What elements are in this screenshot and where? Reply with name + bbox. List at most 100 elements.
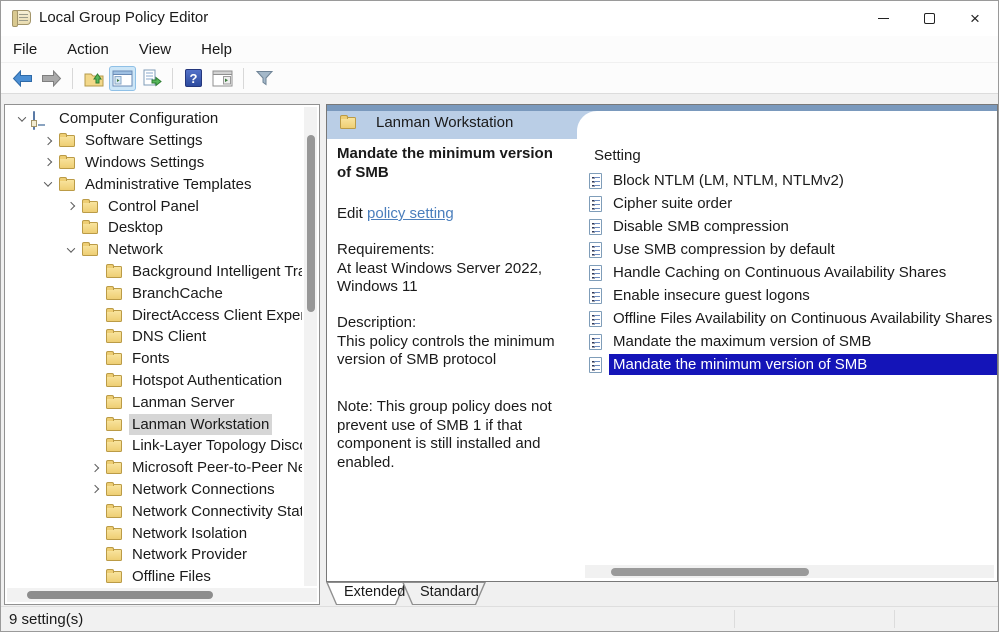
chevron-down-icon[interactable] bbox=[40, 176, 56, 192]
setting-label: Mandate the maximum version of SMB bbox=[609, 331, 875, 352]
tree-item-control-panel[interactable]: Control Panel bbox=[6, 195, 302, 217]
tree-item-fonts[interactable]: Fonts bbox=[6, 348, 302, 370]
setting-item[interactable]: Cipher suite order bbox=[585, 192, 997, 215]
folder-icon bbox=[106, 506, 122, 518]
tree-item-computer-configuration[interactable]: Computer Configuration bbox=[6, 108, 302, 130]
back-button[interactable] bbox=[9, 66, 36, 91]
setting-item[interactable]: Handle Caching on Continuous Availabilit… bbox=[585, 261, 997, 284]
chevron-right-icon[interactable] bbox=[87, 481, 103, 497]
setting-item-selected[interactable]: Mandate the minimum version of SMB bbox=[585, 353, 997, 376]
tree-item-branchcache[interactable]: BranchCache bbox=[6, 282, 302, 304]
policy-setting-link[interactable]: policy setting bbox=[367, 205, 454, 222]
folder-icon bbox=[340, 117, 356, 129]
tree-item-lanman-server[interactable]: Lanman Server bbox=[6, 391, 302, 413]
setting-item[interactable]: Enable insecure guest logons bbox=[585, 284, 997, 307]
edit-policy-line: Edit policy setting bbox=[337, 205, 454, 224]
tree-item-link-layer-topology-discovery[interactable]: Link-Layer Topology Discov bbox=[6, 435, 302, 457]
tab-extended[interactable]: Extended bbox=[326, 582, 406, 605]
scrollbar-thumb[interactable] bbox=[611, 568, 809, 576]
menu-view[interactable]: View bbox=[129, 38, 181, 61]
tree-item-network[interactable]: Network bbox=[6, 239, 302, 261]
workspace: Computer Configuration Software Settings… bbox=[1, 94, 998, 606]
policy-document-icon bbox=[589, 242, 602, 258]
tree-item-network-connectivity-status[interactable]: Network Connectivity Statu bbox=[6, 500, 302, 522]
tree-item-software-settings[interactable]: Software Settings bbox=[6, 130, 302, 152]
tab-standard[interactable]: Standard bbox=[402, 582, 486, 605]
setting-column-header[interactable]: Setting bbox=[594, 147, 641, 164]
chevron-right-icon[interactable] bbox=[63, 198, 79, 214]
toolbar: ? bbox=[1, 63, 998, 94]
policy-document-icon bbox=[589, 334, 602, 350]
tree-vertical-scrollbar[interactable] bbox=[304, 107, 317, 586]
chevron-right-icon[interactable] bbox=[40, 154, 56, 170]
policy-document-icon bbox=[589, 219, 602, 235]
policy-document-icon bbox=[589, 173, 602, 189]
setting-item[interactable]: Block NTLM (LM, NTLM, NTLMv2) bbox=[585, 169, 997, 192]
filter-button[interactable] bbox=[251, 66, 278, 91]
tree-item-windows-settings[interactable]: Windows Settings bbox=[6, 152, 302, 174]
note-text: Note: This group policy does not prevent… bbox=[337, 398, 559, 472]
status-bar: 9 setting(s) bbox=[1, 606, 998, 631]
policy-document-icon bbox=[589, 288, 602, 304]
tree-item-hotspot-authentication[interactable]: Hotspot Authentication bbox=[6, 370, 302, 392]
scrollbar-thumb[interactable] bbox=[27, 591, 213, 599]
category-title: Lanman Workstation bbox=[376, 114, 513, 131]
view-tabs: Extended Standard bbox=[326, 582, 482, 606]
help-button[interactable]: ? bbox=[180, 66, 207, 91]
tree-item-dns-client[interactable]: DNS Client bbox=[6, 326, 302, 348]
show-console-tree-button[interactable] bbox=[109, 66, 136, 91]
minimize-button[interactable] bbox=[860, 1, 906, 36]
minimize-icon bbox=[878, 18, 889, 19]
back-arrow-icon bbox=[12, 70, 33, 87]
export-list-icon bbox=[142, 69, 162, 87]
description-text: Description: This policy controls the mi… bbox=[337, 314, 569, 370]
console-window-icon bbox=[112, 70, 133, 87]
tree-item-administrative-templates[interactable]: Administrative Templates bbox=[6, 173, 302, 195]
settings-rows: Block NTLM (LM, NTLM, NTLMv2) Cipher sui… bbox=[585, 169, 997, 376]
chevron-right-icon[interactable] bbox=[40, 133, 56, 149]
tree-item-network-isolation[interactable]: Network Isolation bbox=[6, 522, 302, 544]
tree-item-background-intelligent-transfer[interactable]: Background Intelligent Trar bbox=[6, 261, 302, 283]
folder-icon bbox=[106, 528, 122, 540]
toolbar-separator bbox=[172, 68, 173, 89]
tree-item-directaccess-client-experience[interactable]: DirectAccess Client Experier bbox=[6, 304, 302, 326]
tree-horizontal-scrollbar[interactable] bbox=[7, 588, 317, 602]
tree-item-label: Network Isolation bbox=[129, 523, 250, 544]
tree-item-label: Lanman Workstation bbox=[129, 414, 272, 435]
folder-icon bbox=[59, 135, 75, 147]
folder-icon bbox=[106, 484, 122, 496]
show-action-pane-button[interactable] bbox=[209, 66, 236, 91]
export-list-button[interactable] bbox=[138, 66, 165, 91]
menu-help[interactable]: Help bbox=[191, 38, 242, 61]
setting-item[interactable]: Offline Files Availability on Continuous… bbox=[585, 307, 997, 330]
setting-item[interactable]: Use SMB compression by default bbox=[585, 238, 997, 261]
chevron-down-icon[interactable] bbox=[63, 242, 79, 258]
forward-button[interactable] bbox=[38, 66, 65, 91]
setting-item[interactable]: Disable SMB compression bbox=[585, 215, 997, 238]
window-title: Local Group Policy Editor bbox=[39, 9, 208, 26]
tree-item-network-provider[interactable]: Network Provider bbox=[6, 544, 302, 566]
tree-item-label: Network Connections bbox=[129, 479, 278, 500]
tree-item-microsoft-peer-to-peer[interactable]: Microsoft Peer-to-Peer Net bbox=[6, 457, 302, 479]
folder-icon bbox=[106, 310, 122, 322]
folder-icon bbox=[106, 549, 122, 561]
policy-document-icon bbox=[589, 357, 602, 373]
menu-action[interactable]: Action bbox=[57, 38, 119, 61]
tree-item-desktop[interactable]: Desktop bbox=[6, 217, 302, 239]
toolbar-separator bbox=[72, 68, 73, 89]
setting-item[interactable]: Mandate the maximum version of SMB bbox=[585, 330, 997, 353]
scrollbar-thumb[interactable] bbox=[307, 135, 315, 312]
folder-icon bbox=[82, 244, 98, 256]
chevron-down-icon[interactable] bbox=[14, 111, 30, 127]
tree-item-network-connections[interactable]: Network Connections bbox=[6, 479, 302, 501]
chevron-right-icon[interactable] bbox=[87, 460, 103, 476]
tree-item-lanman-workstation[interactable]: Lanman Workstation bbox=[6, 413, 302, 435]
menu-file[interactable]: File bbox=[13, 38, 47, 61]
up-one-level-button[interactable] bbox=[80, 66, 107, 91]
tree-item-offline-files[interactable]: Offline Files bbox=[6, 566, 302, 586]
folder-icon bbox=[106, 419, 122, 431]
maximize-button[interactable] bbox=[906, 1, 952, 36]
close-button[interactable]: × bbox=[952, 1, 998, 36]
list-horizontal-scrollbar[interactable] bbox=[585, 565, 994, 578]
setting-label: Cipher suite order bbox=[609, 193, 736, 214]
